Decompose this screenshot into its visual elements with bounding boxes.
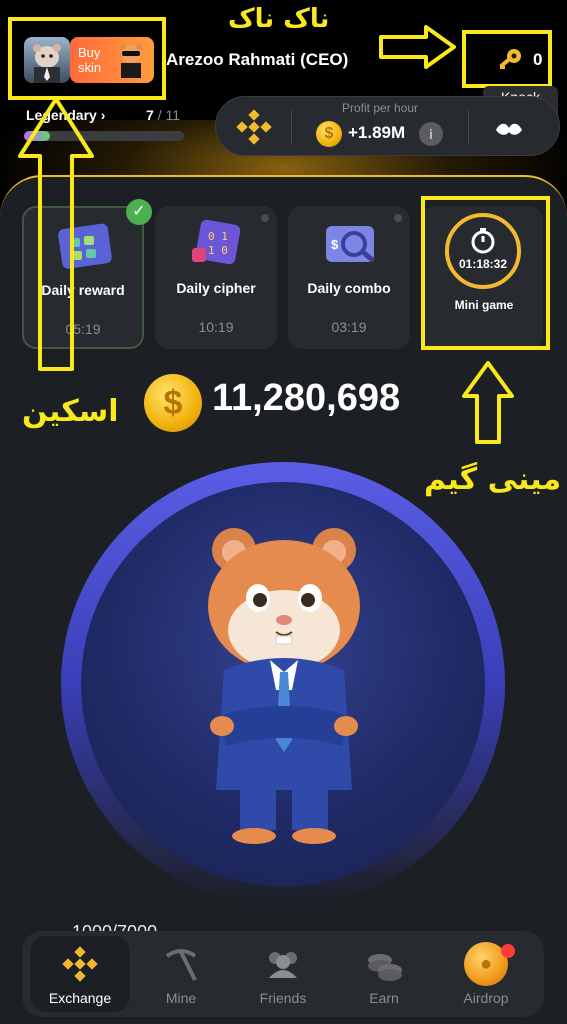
daily-cipher-timer: 10:19 [198, 319, 234, 335]
divider [468, 110, 469, 144]
annotation-minigame: مینی گیم [424, 462, 562, 497]
nav-friends[interactable]: Friends [233, 936, 333, 1012]
annotation-knock: ناک ناک [228, 4, 330, 34]
notification-badge [501, 944, 515, 958]
profit-title: Profit per hour [342, 101, 419, 115]
nav-mine-label: Mine [165, 990, 197, 1006]
pickaxe-icon [165, 949, 197, 981]
chevron-right-icon: › [100, 107, 106, 123]
svg-text:$: $ [331, 237, 339, 252]
svg-text:1 0: 1 0 [208, 244, 228, 257]
check-icon: ✓ [126, 199, 152, 225]
binance-icon [62, 946, 98, 982]
daily-cipher-label: Daily cipher [176, 280, 256, 296]
keys-count: 0 [533, 50, 543, 69]
coins-icon [368, 954, 402, 981]
nav-friends-label: Friends [259, 990, 307, 1006]
level-count: 7 / 11 [146, 107, 180, 123]
nav-airdrop[interactable]: ● Airdrop [436, 936, 536, 1012]
coin-icon: $ [144, 374, 202, 432]
profit-value: +1.89M [348, 123, 406, 142]
status-dot [261, 214, 269, 222]
nav-earn-label: Earn [369, 990, 399, 1006]
hamster-ceo-icon [208, 528, 360, 844]
nav-exchange-label: Exchange [48, 990, 112, 1006]
arrow-up-icon [18, 97, 94, 371]
skin-annotation-box [8, 17, 166, 100]
annotation-skin: اسکین [22, 394, 119, 429]
app-root: Buy skin Arezoo Rahmati (CEO) ناک ناک 0 … [0, 0, 567, 1024]
arrow-up-icon [462, 361, 514, 444]
level-current: 7 [146, 107, 154, 123]
mini-game-annotation-box [421, 196, 550, 350]
arrow-right-icon [379, 25, 456, 69]
svg-text:0 1: 0 1 [208, 230, 228, 243]
friends-icon [269, 952, 297, 978]
daily-combo-timer: 03:19 [331, 319, 367, 335]
status-dot [394, 214, 402, 222]
username: Arezoo Rahmati (CEO) [166, 50, 349, 69]
info-icon[interactable]: i [419, 122, 443, 146]
nav-exchange[interactable]: Exchange [30, 936, 130, 1012]
combo-icon: $ [326, 226, 375, 262]
daily-combo-label: Daily combo [307, 280, 391, 296]
nav-mine[interactable]: Mine [131, 936, 231, 1012]
coin-balance: 11,280,698 [212, 377, 401, 419]
settings-icon[interactable] [494, 118, 524, 142]
coin-icon: $ [316, 121, 342, 147]
divider [291, 110, 292, 144]
level-total: / 11 [157, 107, 180, 123]
key-icon[interactable] [496, 47, 524, 75]
cipher-icon: 0 1 1 0 [192, 219, 241, 265]
nav-airdrop-label: Airdrop [463, 990, 509, 1006]
binance-icon[interactable] [234, 107, 274, 147]
nav-earn[interactable]: Earn [334, 936, 434, 1012]
